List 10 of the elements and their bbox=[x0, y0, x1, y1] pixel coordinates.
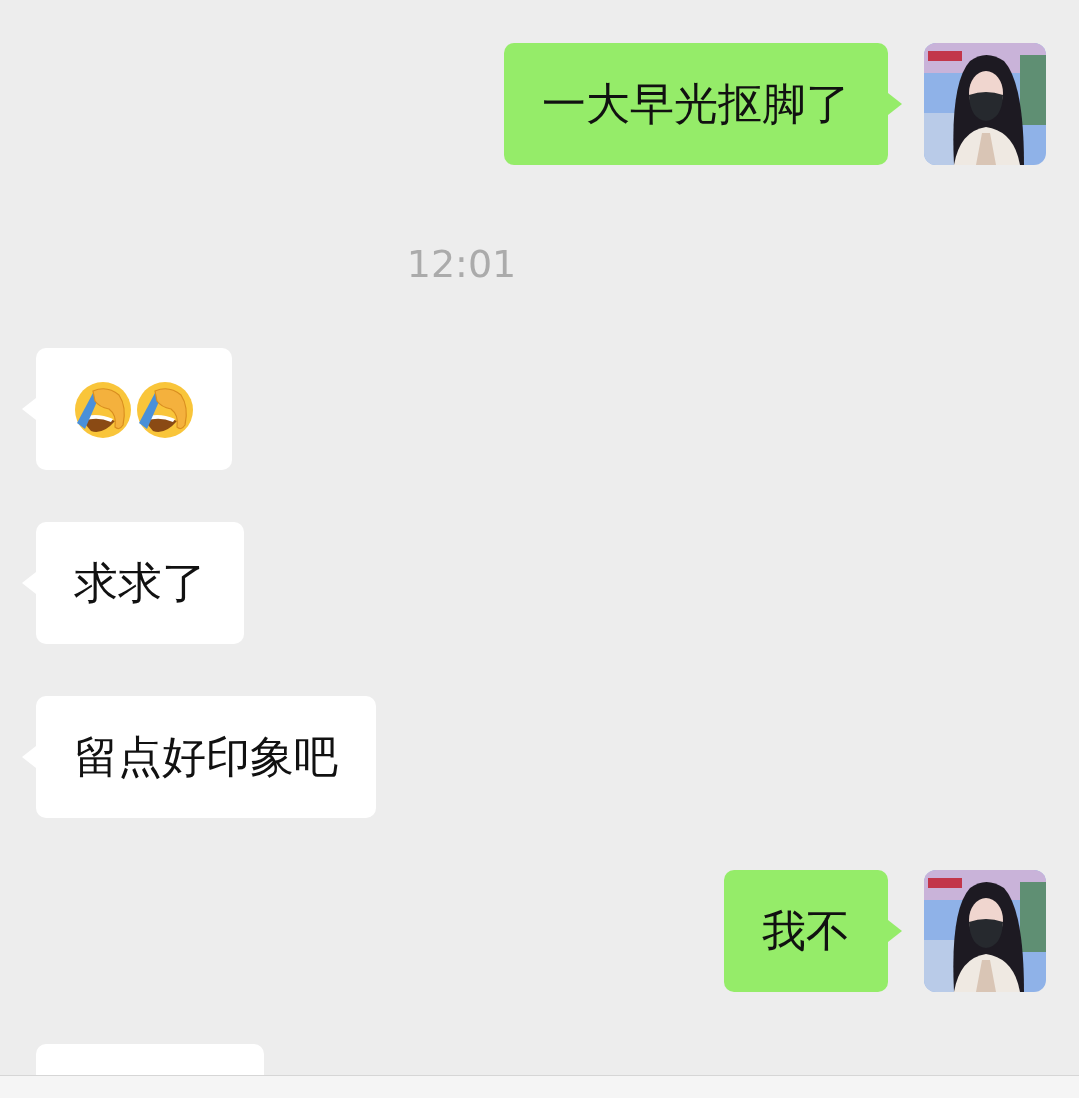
message-time: 12:01 bbox=[406, 242, 517, 286]
message-bubble[interactable]: 我不 bbox=[724, 870, 888, 992]
message-bubble[interactable] bbox=[36, 348, 232, 470]
message-bubble[interactable]: 一大早光抠脚了 bbox=[504, 43, 888, 165]
message-bubble[interactable]: 求求了 bbox=[36, 522, 244, 644]
facepalm-emoji-icon bbox=[73, 379, 133, 439]
bubble-tail bbox=[888, 93, 902, 115]
message-bubble[interactable]: 留点好印象吧 bbox=[36, 696, 376, 818]
facepalm-emoji-icon bbox=[135, 379, 195, 439]
bubble-tail bbox=[888, 920, 902, 942]
